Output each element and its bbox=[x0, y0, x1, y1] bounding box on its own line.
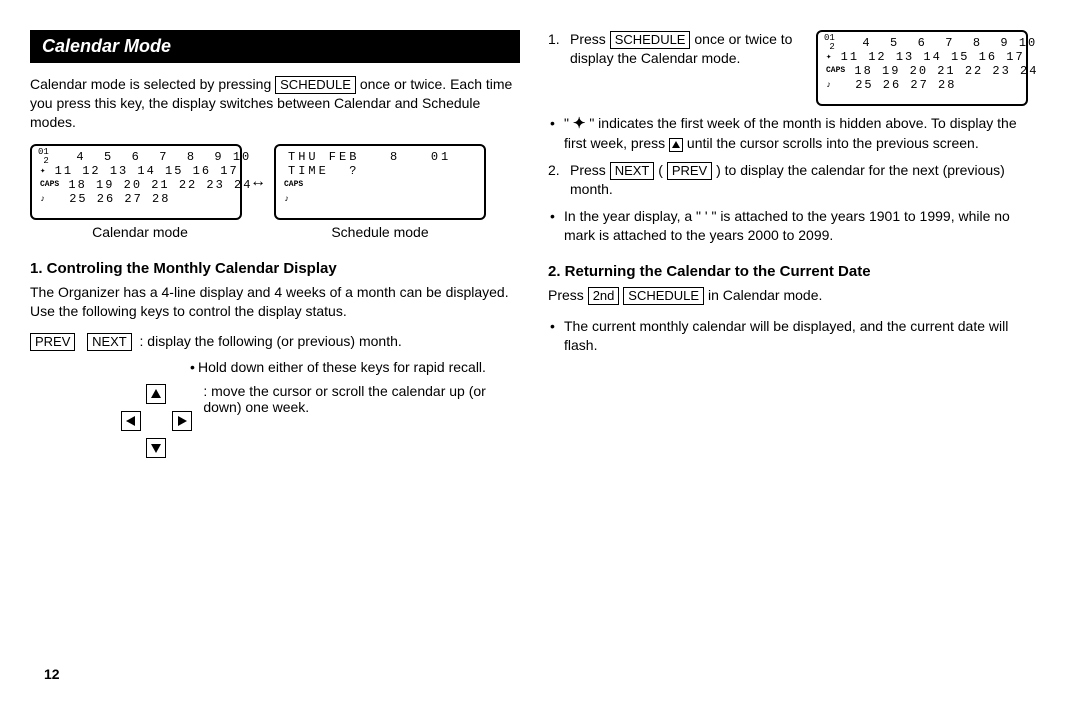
bullet-list-3: The current monthly calendar will be dis… bbox=[548, 317, 1038, 355]
s2po: ( bbox=[654, 162, 666, 178]
caps-indicator: CAPS bbox=[40, 178, 59, 192]
caption-schedule: Schedule mode bbox=[270, 224, 490, 240]
intro-text-a: Calendar mode is selected by pressing bbox=[30, 76, 275, 92]
bullet-list-2: In the year display, a " ' " is attached… bbox=[548, 207, 1038, 245]
manual-page: Calendar Mode Calendar mode is selected … bbox=[0, 0, 1080, 704]
lcd-corner: 01 2 bbox=[824, 34, 835, 52]
subsection-1-heading: 1. Controling the Monthly Calendar Displ… bbox=[30, 260, 520, 277]
lcd-row4: ♪ 25 26 27 28 bbox=[40, 192, 232, 206]
prev-key: PREV bbox=[30, 333, 75, 351]
calendar-lcd-2: 01 2 4 5 6 7 8 9 10 ✦ 11 12 13 14 15 16 … bbox=[816, 30, 1028, 106]
section-banner: Calendar Mode bbox=[30, 30, 520, 63]
lcd-row4-nums: 25 26 27 28 bbox=[60, 192, 170, 206]
arrow-keypad bbox=[120, 383, 193, 464]
bullet-hidden-week: " ✦ " indicates the first week of the mo… bbox=[548, 114, 1038, 153]
subsection-2-heading: 2. Returning the Calendar to the Current… bbox=[548, 263, 1038, 280]
note-icon: ♪ bbox=[284, 192, 304, 206]
lcd2-row1: 4 5 6 7 8 9 10 bbox=[826, 36, 1018, 50]
sched-row3: CAPS bbox=[284, 178, 476, 192]
page-number: 12 bbox=[44, 666, 60, 682]
arrow-keys-row: : move the cursor or scroll the calendar… bbox=[30, 383, 520, 464]
lcd-corner: 01 2 bbox=[38, 148, 49, 166]
lcd-pair: 01 2 4 5 6 7 8 9 10 ✦ 11 12 13 14 15 16 … bbox=[30, 144, 520, 220]
intro-paragraph: Calendar mode is selected by pressing SC… bbox=[30, 75, 520, 132]
lcd-row1: 4 5 6 7 8 9 10 bbox=[40, 150, 232, 164]
caps-indicator: CAPS bbox=[284, 178, 304, 192]
caption-calendar: Calendar mode bbox=[30, 224, 250, 240]
right-column: 1. Press SCHEDULE once or twice to displ… bbox=[548, 30, 1038, 464]
next-key: NEXT bbox=[610, 162, 655, 180]
lcd2-row4: ♪ 25 26 27 28 bbox=[826, 78, 1018, 92]
left-arrow-key bbox=[121, 411, 141, 431]
bullet-current-date: The current monthly calendar will be dis… bbox=[548, 317, 1038, 355]
prev-next-row: PREV NEXT : display the following (or pr… bbox=[30, 333, 520, 351]
p3a: Press bbox=[548, 287, 588, 303]
step1-lcd-holder: 01 2 4 5 6 7 8 9 10 ✦ 11 12 13 14 15 16 … bbox=[816, 30, 1028, 106]
lcd2-row4-nums: 25 26 27 28 bbox=[846, 78, 956, 92]
lcd2-row3: CAPS 18 19 20 21 22 23 24 bbox=[826, 64, 1018, 78]
step-2: 2. Press NEXT ( PREV ) to display the ca… bbox=[548, 161, 1038, 199]
next-key: NEXT bbox=[87, 333, 132, 351]
subsection-2-para: Press 2nd SCHEDULE in Calendar mode. bbox=[548, 286, 1038, 305]
step1-row: 1. Press SCHEDULE once or twice to displ… bbox=[548, 30, 1038, 106]
lcd-row2: ✦ 11 12 13 14 15 16 17 bbox=[40, 164, 232, 178]
bullet-year-mark: In the year display, a " ' " is attached… bbox=[548, 207, 1038, 245]
lcd-captions: Calendar mode Schedule mode bbox=[30, 224, 520, 240]
up-arrow-key-icon bbox=[669, 138, 683, 152]
sched-row1: THU FEB 8 01 bbox=[284, 150, 476, 164]
up-arrow-key bbox=[146, 384, 166, 404]
lcd-corner-2: 2 bbox=[829, 42, 834, 52]
lcd2-row2: ✦ 11 12 13 14 15 16 17 bbox=[826, 50, 1018, 64]
caps-indicator: CAPS bbox=[826, 64, 845, 78]
s2a: Press bbox=[570, 162, 610, 178]
lcd-row3-nums: 18 19 20 21 22 23 24 bbox=[59, 178, 252, 192]
second-key: 2nd bbox=[588, 287, 620, 305]
schedule-key: SCHEDULE bbox=[623, 287, 704, 305]
right-arrow-key bbox=[172, 411, 192, 431]
subsection-1-para: The Organizer has a 4-line display and 4… bbox=[30, 283, 520, 321]
down-arrow-key bbox=[146, 438, 166, 458]
note-icon: ♪ bbox=[40, 192, 60, 206]
schedule-key: SCHEDULE bbox=[610, 31, 691, 49]
step-1: 1. Press SCHEDULE once or twice to displ… bbox=[548, 30, 808, 68]
columns: Calendar Mode Calendar mode is selected … bbox=[30, 30, 1050, 464]
schedule-lcd: THU FEB 8 01 TIME ? CAPS ♪ bbox=[274, 144, 486, 220]
prev-key: PREV bbox=[667, 162, 712, 180]
b1c: until the cursor scrolls into the previo… bbox=[683, 135, 979, 151]
calendar-lcd: 01 2 4 5 6 7 8 9 10 ✦ 11 12 13 14 15 16 … bbox=[30, 144, 242, 220]
lcd-corner-2: 2 bbox=[43, 156, 48, 166]
step1-text: 1. Press SCHEDULE once or twice to displ… bbox=[548, 30, 808, 106]
hold-note: •Hold down either of these keys for rapi… bbox=[190, 359, 520, 375]
step2-list: 2. Press NEXT ( PREV ) to display the ca… bbox=[548, 161, 1038, 199]
note-icon: ♪ bbox=[826, 78, 846, 92]
up-bold-arrow-icon: ✦ bbox=[573, 115, 586, 132]
step1-a: Press bbox=[570, 31, 610, 47]
lcd-row3: CAPS 18 19 20 21 22 23 24 bbox=[40, 178, 232, 192]
hold-note-text: Hold down either of these keys for rapid… bbox=[198, 359, 486, 375]
sched-row2: TIME ? bbox=[284, 164, 476, 178]
sched-row4: ♪ bbox=[284, 192, 476, 206]
lcd2-row2-nums: 11 12 13 14 15 16 17 bbox=[831, 50, 1024, 64]
schedule-key: SCHEDULE bbox=[275, 76, 356, 94]
lcd-row2-nums: 11 12 13 14 15 16 17 bbox=[45, 164, 238, 178]
p3b: in Calendar mode. bbox=[704, 287, 822, 303]
lcd2-row3-nums: 18 19 20 21 22 23 24 bbox=[845, 64, 1038, 78]
bullet-list-1: " ✦ " indicates the first week of the mo… bbox=[548, 114, 1038, 153]
b1a: " bbox=[564, 115, 573, 131]
left-column: Calendar Mode Calendar mode is selected … bbox=[30, 30, 520, 464]
prev-next-desc: : display the following (or previous) mo… bbox=[140, 333, 402, 349]
arrow-desc: : move the cursor or scroll the calendar… bbox=[203, 383, 493, 415]
